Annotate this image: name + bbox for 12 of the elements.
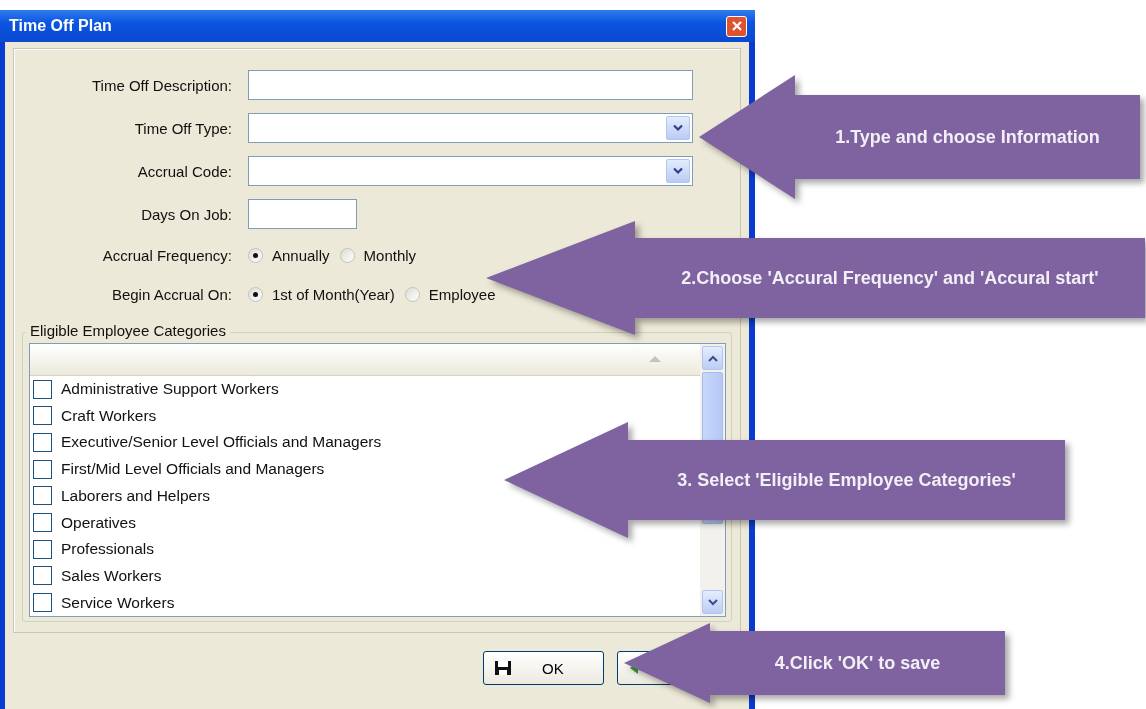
field-label: Accrual Code: [136, 162, 232, 180]
callout-text: 1.Type and choose Information [835, 126, 1100, 148]
field-label: Begin Accrual On: [110, 285, 232, 303]
field-label: Time Off Description: [90, 76, 232, 94]
field-label: Days On Job: [140, 205, 232, 223]
callout-text: 3. Select 'Eligible Employee Categories' [677, 469, 1016, 491]
callout-text: 4.Click 'OK' to save [774, 652, 941, 674]
group-title: Eligible Employee Categories [26, 322, 230, 339]
field-label: Accrual Frequency: [101, 246, 232, 264]
field-label: Time Off Type: [133, 119, 232, 137]
window-title: Time Off Plan [9, 17, 112, 35]
callout-text: 2.Choose 'Accural Frequency' and 'Accural start' [681, 267, 1099, 289]
